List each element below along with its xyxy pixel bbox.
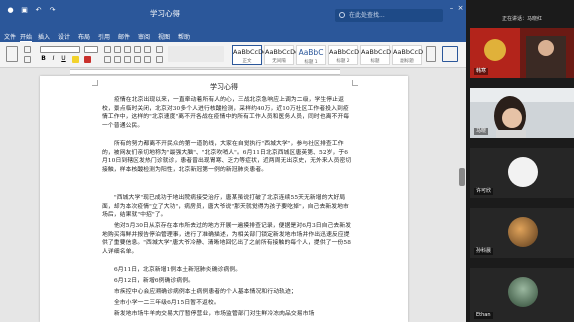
paragraph-shading-group [168,46,224,62]
list-item: 新发地市场牛羊肉交易大厅暂停营业，市场监管部门对生鲜冷冻肉品交易市场 [114,311,315,317]
participant-tile[interactable]: 马晓 [470,88,574,138]
justify-icon[interactable] [134,56,141,63]
styles-pane-icon[interactable] [426,46,436,62]
participant-tile[interactable]: 孙科晨 [470,208,574,258]
title-bar: ● ▣ ↶ ↷ 学习心得 在此处查找... – × [0,0,466,30]
screen: ● ▣ ↶ ↷ 学习心得 在此处查找... – × 文件 开始 插入 设计 布局… [0,0,574,322]
paragraph-1: 疫情在北京出现以来，一直牵动着所有人的心，三战北京急响应上调为二级，学生停止返校… [102,97,350,129]
participant-tile[interactable]: 许可欣 [470,148,574,198]
vertical-scrollbar[interactable] [458,76,466,322]
font-name-select[interactable] [40,46,80,53]
style-sample: AaBbC [298,48,324,57]
style-name: 标题 [370,59,380,64]
list-item: 市疾控中心会应溯确诊病例本土病例患者的个人基本情况和行动轨迹； [114,289,297,295]
meeting-top-bar: 正在讲话：马晓红 [466,0,574,28]
tab-help[interactable]: 帮助 [178,32,190,41]
tab-file[interactable]: 文件 [4,32,16,41]
style-sample: AaBbCcD [393,48,424,56]
increase-indent-icon[interactable] [144,46,151,53]
style-sample: AaBbCcD [329,48,360,56]
list-item: 6月11日，北京新增1例本土新冠肺炎确诊病例。 [114,267,242,273]
editor-icon[interactable] [442,46,458,62]
paragraph-4: 他对5月30日从京存在本市所去过的地方开展一遍摸排查记录，便据是对6月3日自己去… [102,223,352,255]
active-speaker-label: 正在讲话：马晓红 [502,16,543,22]
style-title[interactable]: AaBbCcD 标题 [360,45,392,65]
tab-references[interactable]: 引用 [98,32,110,41]
ruler-track[interactable] [70,69,340,75]
participant-name: 孙科晨 [474,248,494,255]
multilevel-list-icon[interactable] [124,46,131,53]
style-normal[interactable]: AaBbCcDd 正文 [232,45,268,65]
ribbon-home: B I U AaBbCcDd 正文 AaBbCcDd 无间隔 AaBbC 标题 … [0,42,466,68]
tab-view[interactable]: 视图 [158,32,170,41]
highlight-icon[interactable] [72,56,79,63]
minimize-icon[interactable]: – [447,4,456,13]
participant-tile[interactable]: 韩寒 [470,28,574,78]
font-color-icon[interactable] [84,56,91,63]
style-heading-1[interactable]: AaBbC 标题 1 [296,45,326,65]
tab-insert[interactable]: 插入 [38,32,50,41]
tab-design[interactable]: 设计 [58,32,70,41]
align-left-icon[interactable] [104,56,111,63]
show-marks-icon[interactable] [156,56,163,63]
search-input[interactable]: 在此处查找... [335,9,443,22]
style-name: 正文 [242,59,252,64]
style-name: 副标题 [400,59,414,64]
participant-name: Ethan [474,312,493,319]
decrease-indent-icon[interactable] [134,46,141,53]
bullets-icon[interactable] [104,46,111,53]
numbering-icon[interactable] [114,46,121,53]
align-center-icon[interactable] [114,56,121,63]
italic-icon[interactable]: I [50,56,57,63]
search-icon [339,12,345,18]
window-title: 学习心得 [150,9,180,18]
avatar [508,217,538,247]
participant-name: 马晓 [474,128,489,135]
paste-icon[interactable] [6,46,18,62]
avatar [508,277,538,307]
underline-icon[interactable]: U [60,56,67,63]
close-icon[interactable]: × [456,4,465,13]
paragraph-2: 所有的努力都离不开民众的第一道防线，大家在自觉执行"西城大学"，参与社区排查工作… [102,141,352,173]
word-window: ● ▣ ↶ ↷ 学习心得 在此处查找... – × 文件 开始 插入 设计 布局… [0,0,466,322]
line-spacing-icon[interactable] [144,56,151,63]
style-name: 无间隔 [272,59,286,64]
participant-name: 许可欣 [474,188,494,195]
style-name: 标题 1 [304,60,318,65]
sort-icon[interactable] [156,46,163,53]
participant-tile[interactable]: Ethan [470,268,574,322]
cut-icon[interactable] [24,46,31,53]
style-heading-2[interactable]: AaBbCcD 标题 2 [328,45,360,65]
style-sample: AaBbCcD [361,48,392,56]
style-name: 标题 2 [336,59,350,64]
style-no-spacing[interactable]: AaBbCcDd 无间隔 [264,45,300,65]
list-item: 全市小学一二三年级6月15日暂不返校。 [114,300,220,306]
meeting-panel: 正在讲话：马晓红 韩寒 马晓 许可欣 孙科晨 Ethan [466,0,574,322]
document-title: 学习心得 [210,83,238,91]
style-sample: AaBbCcDd [233,48,268,56]
document-page[interactable]: 学习心得 疫情在北京出现以来，一直牵动着所有人的心，三战北京急响应上调为二级，学… [40,76,408,322]
tab-review[interactable]: 审阅 [138,32,150,41]
list-item: 6月12日，新增6例确诊病例。 [114,278,195,284]
copy-icon[interactable] [24,56,31,63]
style-sample: AaBbCcDd [265,48,300,56]
bold-icon[interactable]: B [40,56,47,63]
participant-name: 韩寒 [474,68,489,75]
ribbon-tabs: 文件 开始 插入 设计 布局 引用 邮件 审阅 视图 帮助 [0,30,466,42]
tab-home[interactable]: 开始 [20,32,33,42]
search-placeholder: 在此处查找... [349,12,385,19]
scroll-thumb[interactable] [459,168,465,186]
tab-layout[interactable]: 布局 [78,32,90,41]
font-size-select[interactable] [84,46,98,53]
avatar [508,157,538,187]
ruler [0,68,466,76]
align-right-icon[interactable] [124,56,131,63]
style-subtitle[interactable]: AaBbCcD 副标题 [392,45,424,65]
tab-mailings[interactable]: 邮件 [118,32,130,41]
paragraph-3: "西城大学"现已成功于地出院病接受治疗，唐某虽说打破了北京连续55天无新增的大好… [102,195,349,219]
